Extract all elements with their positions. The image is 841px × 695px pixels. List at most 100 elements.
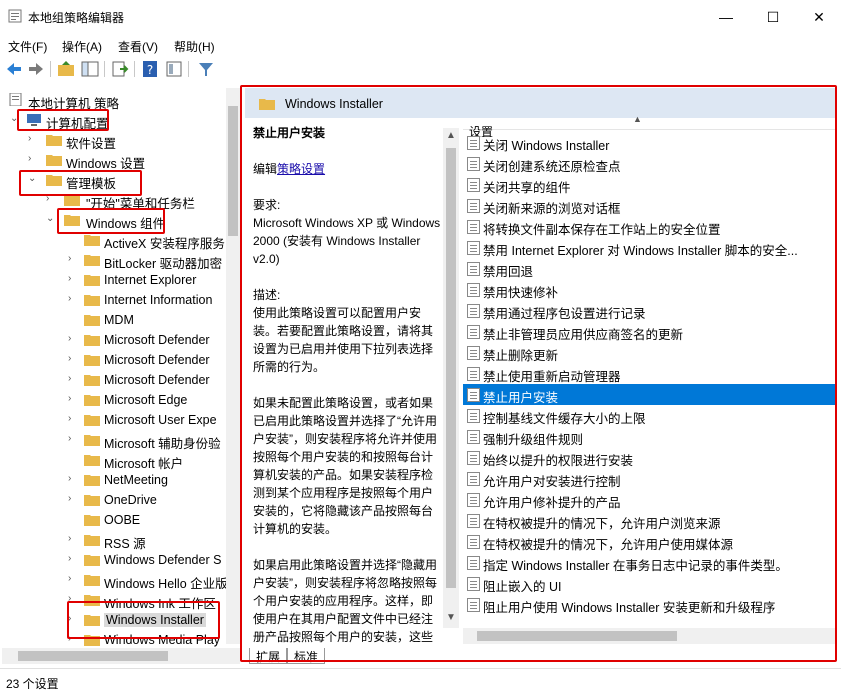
chevron-right-icon[interactable]: › [68,333,78,347]
close-button[interactable]: ✕ [796,0,841,34]
setting-row[interactable]: 允许用户修补提升的产品 [463,489,836,510]
chevron-right-icon[interactable]: › [28,153,38,167]
list-header[interactable]: ▲ 设置 [463,108,836,139]
scrollbar-thumb[interactable] [228,106,238,236]
tree-item[interactable]: › RSS 源 [2,530,240,551]
menu-file[interactable]: 文件(F) [8,38,47,55]
tree-item[interactable]: › Microsoft User Expe [2,410,240,430]
menu-view[interactable]: 查看(V) [118,38,158,55]
chevron-right-icon[interactable]: › [68,433,78,447]
setting-row[interactable]: 始终以提升的权限进行安装 [463,447,836,468]
description-scrollbar[interactable]: ▲ ▼ [443,128,459,628]
chevron-down-icon[interactable]: ⌄ [46,213,56,227]
tree-item[interactable]: › Windows Media Play [2,630,240,648]
filter-icon[interactable] [196,59,216,79]
chevron-down-icon[interactable]: ⌄ [10,113,20,127]
tree-item[interactable]: › Microsoft Defender [2,330,240,350]
chevron-right-icon[interactable]: › [68,573,78,587]
chevron-right-icon[interactable]: › [68,493,78,507]
setting-row[interactable]: 关闭创建系统还原检查点 [463,153,836,174]
chevron-right-icon[interactable]: › [68,413,78,427]
edit-policy-link[interactable]: 策略设置 [277,162,325,176]
minimize-button[interactable]: — [703,0,749,34]
tree-horizontal-scrollbar[interactable] [2,648,240,664]
tree-admin-templates[interactable]: ⌄ 管理模板 [2,170,240,191]
chevron-right-icon[interactable]: › [68,473,78,487]
tree-computer-config[interactable]: ⌄ 计算机配置 [2,110,240,131]
setting-row[interactable]: 禁用通过程序包设置进行记录 [463,300,836,321]
tree-item[interactable]: Microsoft 帐户 [2,450,240,471]
chevron-right-icon[interactable]: › [68,273,78,287]
tree-software-settings[interactable]: › 软件设置 [2,130,240,151]
tree-item[interactable]: › Microsoft Edge [2,390,240,410]
menu-action[interactable]: 操作(A) [62,38,102,55]
tree-item[interactable]: › Windows Installer [2,610,240,630]
chevron-right-icon[interactable]: › [68,613,78,627]
tree-item[interactable]: › Windows Hello 企业版 [2,570,240,591]
tree-windows-components[interactable]: ⌄ Windows 组件 [2,210,240,231]
chevron-right-icon[interactable]: › [68,353,78,367]
chevron-right-icon[interactable]: › [68,633,78,647]
setting-row[interactable]: 阻止嵌入的 UI [463,573,836,594]
show-hide-tree-icon[interactable] [80,59,100,79]
tree-item[interactable]: › Microsoft Defender [2,350,240,370]
setting-row[interactable]: 阻止用户使用 Windows Installer 安装更新和升级程序 [463,594,836,615]
tab-standard[interactable]: 标准 [287,648,326,664]
maximize-button[interactable]: ☐ [750,0,796,34]
menu-help[interactable]: 帮助(H) [174,38,215,55]
tree-item[interactable]: › Internet Explorer [2,270,240,290]
setting-row[interactable]: 关闭共享的组件 [463,174,836,195]
chevron-right-icon[interactable]: › [68,293,78,307]
tree-windows-settings[interactable]: › Windows 设置 [2,150,240,171]
tree-start-menu[interactable]: › "开始"菜单和任务栏 [2,190,240,211]
setting-row[interactable]: 强制升级组件规则 [463,426,836,447]
back-icon[interactable] [4,59,24,79]
tree-item[interactable]: MDM [2,310,240,330]
up-folder-icon[interactable] [56,59,76,79]
tree-item[interactable]: › NetMeeting [2,470,240,490]
chevron-right-icon[interactable]: › [68,593,78,607]
chevron-right-icon[interactable]: › [68,533,78,547]
chevron-right-icon[interactable]: › [68,373,78,387]
tree-item[interactable]: ActiveX 安装程序服务 [2,230,240,251]
setting-row[interactable]: 禁用快速修补 [463,279,836,300]
setting-row[interactable]: 禁止用户安装 [463,384,836,405]
setting-row[interactable]: 禁用回退 [463,258,836,279]
setting-row[interactable]: 关闭 Windows Installer [463,132,836,153]
chevron-right-icon[interactable]: › [46,193,56,207]
chevron-right-icon[interactable]: › [68,253,78,267]
tree-item[interactable]: OOBE [2,510,240,530]
setting-row[interactable]: 在特权被提升的情况下，允许用户浏览来源 [463,510,836,531]
tree-item[interactable]: › Microsoft 辅助身份验 [2,430,240,451]
chevron-down-icon[interactable]: ⌄ [28,173,38,187]
tab-extended[interactable]: 扩展 [249,648,288,664]
setting-row[interactable]: 将转换文件副本保存在工作站上的安全位置 [463,216,836,237]
tree-item[interactable]: › Windows Ink 工作区 [2,590,240,611]
setting-row[interactable]: 禁止删除更新 [463,342,836,363]
setting-row[interactable]: 控制基线文件缓存大小的上限 [463,405,836,426]
setting-row[interactable]: 指定 Windows Installer 在事务日志中记录的事件类型。 [463,552,836,573]
setting-row[interactable]: 禁止使用重新启动管理器 [463,363,836,384]
tree-root[interactable]: 本地计算机 策略 [2,90,240,111]
scroll-down-icon[interactable]: ▼ [446,612,456,623]
tree-item[interactable]: › OneDrive [2,490,240,510]
setting-row[interactable]: 禁用 Internet Explorer 对 Windows Installer… [463,237,836,258]
tree-vertical-scrollbar[interactable] [226,88,240,644]
tree-item[interactable]: › Internet Information [2,290,240,310]
forward-icon[interactable] [26,59,46,79]
export-list-icon[interactable] [110,59,130,79]
scroll-up-icon[interactable]: ▲ [446,130,456,141]
chevron-right-icon[interactable]: › [28,133,38,147]
scrollbar-thumb[interactable] [477,631,677,641]
tree-item[interactable]: › BitLocker 驱动器加密 [2,250,240,271]
setting-row[interactable]: 在特权被提升的情况下，允许用户使用媒体源 [463,531,836,552]
scrollbar-thumb[interactable] [18,651,168,661]
setting-row[interactable]: 禁止非管理员应用供应商签名的更新 [463,321,836,342]
setting-row[interactable]: 允许用户对安装进行控制 [463,468,836,489]
setting-row[interactable]: 关闭新来源的浏览对话框 [463,195,836,216]
help-icon[interactable]: ? [140,59,160,79]
list-horizontal-scrollbar[interactable] [463,628,836,644]
view-icon[interactable] [164,59,184,79]
tree-item[interactable]: › Windows Defender S [2,550,240,570]
scrollbar-thumb[interactable] [446,148,456,588]
